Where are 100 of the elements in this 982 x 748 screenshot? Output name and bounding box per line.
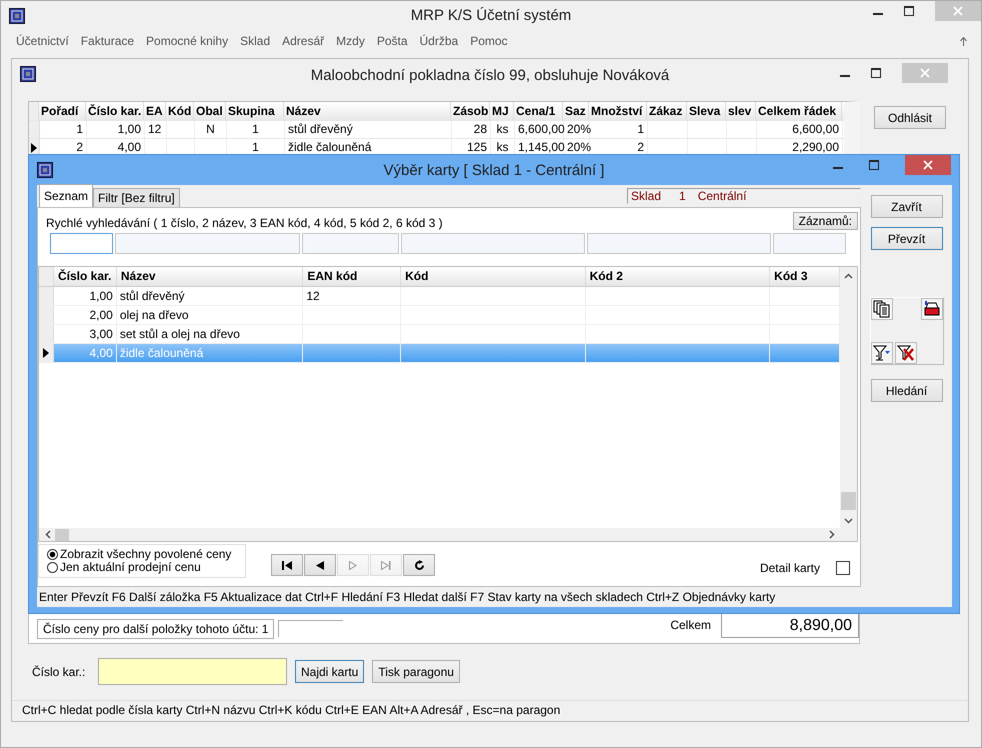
arrow-up-icon[interactable] — [960, 37, 967, 46]
menu-item[interactable]: Pomoc — [463, 34, 513, 48]
search-field[interactable] — [401, 233, 585, 254]
refresh-button[interactable] — [403, 554, 435, 576]
find-card-button[interactable]: Najdi kartu — [295, 660, 364, 683]
scrollbar-thumb[interactable] — [55, 528, 69, 540]
total-label: Celkem — [670, 618, 711, 632]
column-header[interactable]: Kód — [166, 102, 194, 120]
maximize-icon[interactable] — [871, 68, 881, 78]
dialog-button[interactable]: Zavřít — [870, 195, 942, 218]
card-number-field[interactable] — [98, 658, 287, 685]
table-cell: 1 — [637, 122, 644, 136]
maximize-icon[interactable] — [869, 160, 879, 170]
column-header[interactable]: Sleva — [687, 102, 726, 120]
column-header[interactable]: Název — [116, 267, 304, 286]
table-cell: 12 — [306, 289, 320, 303]
table-cell: 2,00 — [89, 308, 113, 322]
table-cell: 20% — [567, 140, 592, 154]
chevron-down-icon[interactable] — [844, 518, 853, 524]
column-header[interactable]: EAN kód — [303, 267, 402, 286]
detail-checkbox[interactable] — [836, 561, 850, 575]
column-header[interactable]: Číslo kar. — [54, 267, 117, 286]
maximize-icon[interactable] — [904, 6, 914, 16]
triangle-right-icon — [349, 560, 357, 570]
radio-option[interactable]: Zobrazit všechny povolené ceny — [47, 548, 245, 561]
chevron-right-icon[interactable] — [829, 530, 835, 539]
column-header[interactable]: Zásob — [451, 102, 490, 120]
menu-item[interactable]: Mzdy — [329, 34, 370, 48]
logout-button[interactable]: Odhlásit — [874, 106, 946, 129]
table-cell: stůl dřevěný — [288, 122, 353, 136]
table-cell: stůl dřevěný — [120, 289, 185, 303]
table-cell: 3,00 — [89, 327, 113, 341]
table-cell: N — [206, 122, 215, 136]
search-field[interactable] — [773, 233, 846, 254]
table-cell: 2 — [637, 140, 644, 154]
close-icon — [920, 68, 930, 78]
documents-icon[interactable] — [870, 298, 892, 320]
search-field[interactable] — [302, 233, 399, 254]
radio-option[interactable]: Jen aktuální prodejní cenu — [47, 561, 245, 574]
column-header[interactable]: Název — [284, 102, 451, 120]
column-header[interactable]: Kód 2 — [586, 267, 770, 286]
chevron-up-icon[interactable] — [844, 273, 853, 279]
refresh-icon — [414, 560, 424, 570]
print-receipt-button[interactable]: Tisk paragonu — [372, 660, 460, 683]
menu-item[interactable]: Fakturace — [74, 34, 140, 48]
search-field[interactable] — [587, 233, 771, 254]
filter-icon[interactable] — [870, 342, 892, 364]
table-cell: ks — [496, 122, 508, 136]
table-row[interactable]: 1,00 stůl dřevěný 12 — [39, 287, 840, 306]
column-header[interactable]: Skupina — [226, 102, 284, 120]
table-cell: 12 — [148, 122, 162, 136]
table-row[interactable]: 1 1,00 12 N 1 stůl dřevěný 28 ks 6,600,00 20% 1 6,600,00 — [29, 121, 844, 139]
column-header[interactable]: Obal — [194, 102, 226, 120]
status-bar: Enter Převzít F6 Další záložka F5 Aktualizace dat Ctrl+F Hledání F3 Hledat další F7 Stav karty na všech skladech Ctrl+Z Objednávky karty — [37, 587, 952, 607]
column-header[interactable]: EA — [144, 102, 166, 120]
menu-item[interactable]: Pošta — [370, 34, 413, 48]
window-title: MRP K/S Účetní systém — [410, 7, 572, 24]
records-button[interactable]: Záznamů: — [792, 212, 858, 230]
quick-search-label: Rychlé vyhledávání ( 1 číslo, 2 název, 3 EAN kód, 4 kód, 5 kód 2, 6 kód 3 ) — [46, 216, 443, 230]
scrollbar-thumb[interactable] — [841, 492, 856, 510]
menu-item[interactable]: Účetnictví — [9, 34, 74, 48]
table-cell: 1 — [252, 122, 259, 136]
menu-item[interactable]: Údržba — [412, 34, 464, 48]
column-header[interactable]: Cena/1 — [514, 102, 563, 120]
app-icon — [37, 162, 53, 178]
table-cell: 6,600,00 — [792, 122, 839, 136]
vertical-scrollbar[interactable] — [840, 267, 857, 528]
search-field[interactable] — [50, 233, 113, 254]
menu-item[interactable]: Pomocné knihy — [139, 34, 234, 48]
search-field[interactable] — [115, 233, 300, 254]
menu-item[interactable]: Adresář — [275, 34, 330, 48]
dialog-button[interactable]: Hledání — [870, 379, 942, 402]
column-header[interactable]: Kód — [401, 267, 586, 286]
column-header[interactable]: Pořadí — [39, 102, 86, 120]
column-header[interactable]: Zákaz — [647, 102, 687, 120]
skip-to-start-icon — [282, 560, 292, 570]
column-header[interactable]: MJ — [490, 102, 514, 120]
chevron-left-icon[interactable] — [45, 530, 51, 539]
column-header[interactable]: Saz — [563, 102, 589, 120]
filter-remove-icon[interactable] — [894, 342, 916, 364]
table-cell: židle čalouněná — [120, 346, 204, 360]
navigation-button[interactable] — [271, 554, 303, 576]
navigation-button[interactable] — [304, 554, 336, 576]
row-selector[interactable] — [39, 344, 54, 362]
table-cell: 2 — [76, 140, 83, 154]
tab[interactable]: Seznam — [39, 184, 94, 207]
table-row[interactable]: 2,00 olej na dřevo — [39, 306, 840, 325]
close-button[interactable] — [905, 155, 951, 175]
menu-item[interactable]: Sklad — [233, 34, 276, 48]
table-cell: ks — [496, 140, 508, 154]
column-header[interactable]: Množství — [589, 102, 647, 120]
horizontal-scrollbar[interactable] — [39, 528, 857, 541]
column-header[interactable]: Číslo kar. — [86, 102, 144, 120]
dialog-button[interactable]: Převzít — [870, 227, 942, 250]
card-number-label: Číslo kar.: — [32, 664, 86, 678]
tab[interactable]: Filtr [Bez filtru] — [93, 188, 180, 207]
empty-field — [278, 620, 344, 637]
triangle-left-icon — [316, 560, 324, 570]
column-header[interactable]: slev — [726, 102, 756, 120]
column-header[interactable]: Celkem řádek — [756, 102, 842, 120]
